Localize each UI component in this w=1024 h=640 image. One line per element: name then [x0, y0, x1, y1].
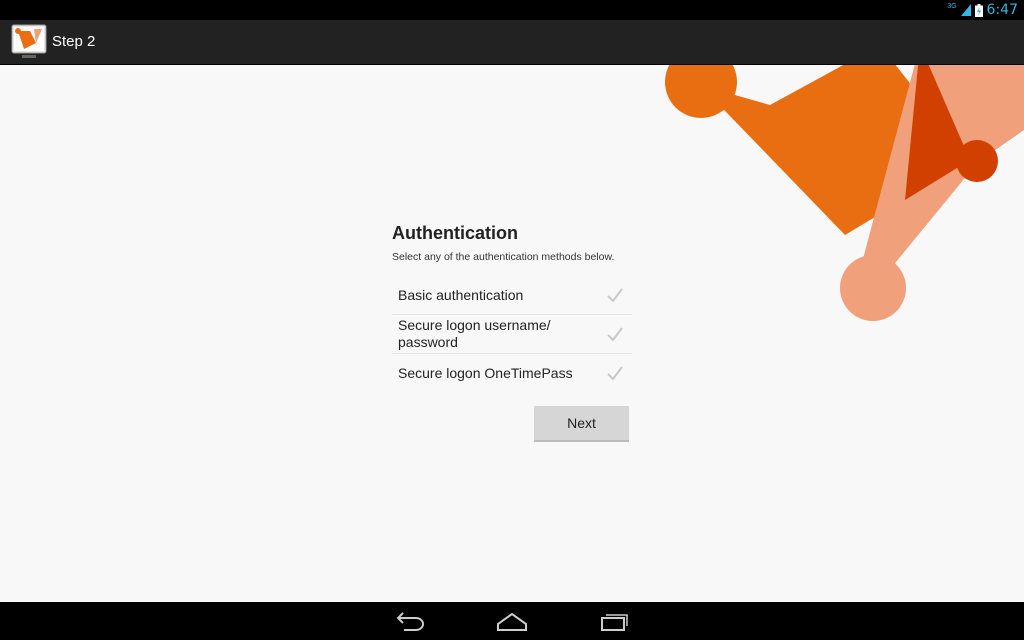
- signal-icon: [960, 4, 971, 16]
- battery-icon: [974, 3, 983, 17]
- method-secure-logon-onetimepass[interactable]: Secure logon OneTimePass: [392, 354, 632, 392]
- authentication-panel: Authentication Select any of the authent…: [392, 222, 632, 392]
- network-type-label: 3G: [947, 2, 957, 10]
- recent-apps-icon[interactable]: [598, 610, 630, 632]
- checkmark-icon[interactable]: [606, 364, 624, 382]
- authentication-methods-list: Basic authentication Secure logon userna…: [392, 276, 632, 392]
- navigation-bar: [0, 602, 1024, 640]
- method-label: Secure logon OneTimePass: [398, 364, 573, 381]
- method-label: Basic authentication: [398, 286, 524, 303]
- page-title: Step 2: [52, 33, 96, 50]
- section-heading: Authentication: [392, 223, 518, 243]
- brand-decoration: [665, 65, 1024, 321]
- method-basic-authentication[interactable]: Basic authentication: [392, 276, 632, 315]
- section-description: Select any of the authentication methods…: [392, 251, 615, 263]
- status-icons: 3G 6:47: [947, 0, 1018, 20]
- status-bar: 3G 6:47: [0, 0, 1024, 20]
- next-button[interactable]: Next: [534, 406, 629, 442]
- checkmark-icon[interactable]: [606, 325, 624, 343]
- clock: 6:47: [986, 2, 1018, 18]
- method-secure-logon-password[interactable]: Secure logon username/ password: [392, 315, 632, 354]
- method-label: Secure logon username/ password: [398, 317, 551, 350]
- action-bar: Step 2: [0, 20, 1024, 65]
- home-icon[interactable]: [496, 610, 528, 632]
- app-logo-icon[interactable]: [10, 23, 48, 61]
- back-icon[interactable]: [394, 610, 426, 632]
- checkmark-icon[interactable]: [606, 286, 624, 304]
